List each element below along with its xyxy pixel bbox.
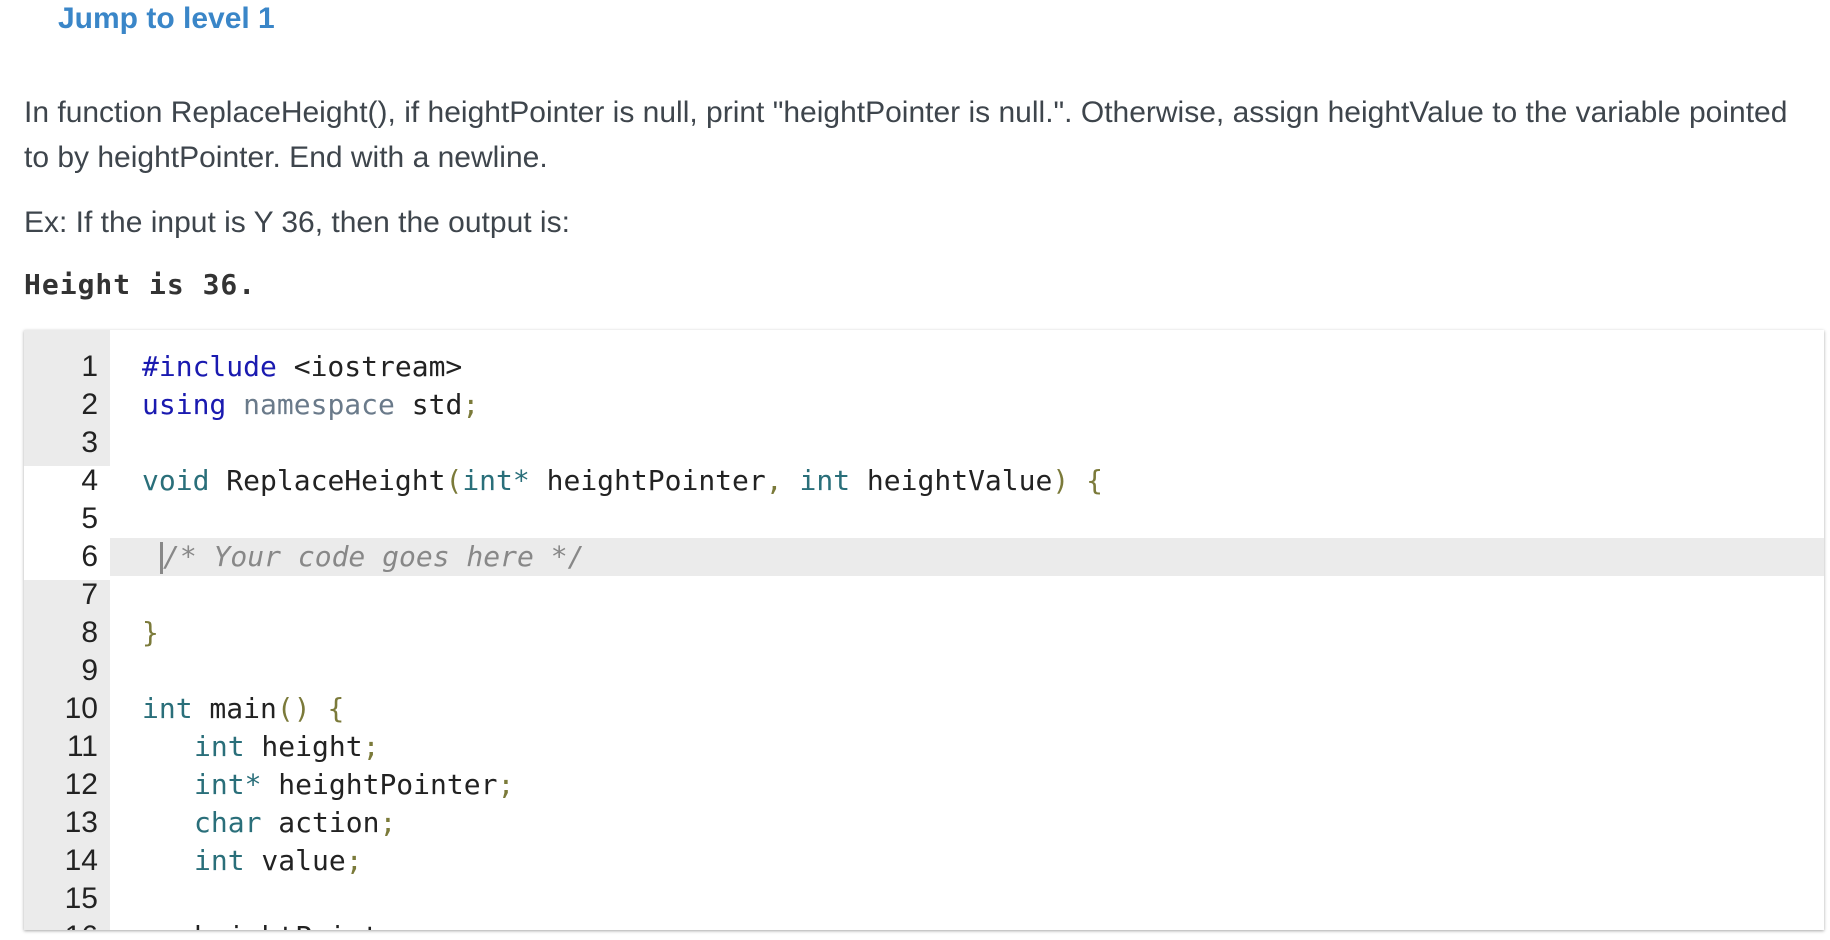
code-token: } — [142, 616, 159, 649]
code-token: value — [244, 844, 346, 877]
code-token: heightPointer = — [194, 920, 464, 930]
code-token: <iostream> — [276, 350, 463, 383]
expected-output: Height is 36. — [24, 268, 257, 301]
code-line: using namespace std; — [110, 386, 1824, 424]
code-token: using — [142, 388, 227, 421]
code-token: action — [261, 806, 380, 839]
code-token: heightValue — [850, 464, 1053, 497]
line-number: 11 — [66, 730, 98, 763]
line-number: 2 — [81, 388, 98, 421]
code-token: ReplaceHeight — [209, 464, 446, 497]
code-token: ; — [462, 388, 480, 421]
line-number: 13 — [64, 806, 98, 839]
line-number: 15 — [64, 882, 98, 915]
code-token: ; — [497, 768, 515, 801]
code-line: char action; — [110, 804, 1824, 842]
code-token: int — [194, 730, 245, 763]
code-line: heightPointer = — [110, 918, 1824, 930]
line-number: 5 — [81, 502, 98, 535]
code-token: ; — [345, 844, 363, 877]
code-token: heightPointer — [261, 768, 498, 801]
line-number: 4 — [81, 464, 98, 497]
code-line: int main() { — [110, 690, 1824, 728]
code-token: std — [394, 388, 463, 421]
line-number: 7 — [81, 578, 98, 611]
code-token: ; — [362, 730, 380, 763]
code-token: #include — [142, 350, 277, 383]
example-text: Ex: If the input is Y 36, then the outpu… — [24, 206, 570, 239]
code-token: ) — [1052, 464, 1070, 497]
code-token: ( — [445, 464, 463, 497]
code-token: int — [194, 844, 245, 877]
code-token: , — [765, 464, 783, 497]
line-number: 14 — [64, 844, 98, 877]
code-token: heightPointer — [529, 464, 766, 497]
code-line: int height; — [110, 728, 1824, 766]
code-line: #include <iostream> — [110, 348, 1824, 386]
code-token: namespace — [243, 388, 395, 421]
line-number: 3 — [81, 426, 98, 459]
instructions-text: In function ReplaceHeight(), if heightPo… — [24, 96, 1788, 174]
jump-to-level-link[interactable]: Jump to level 1 — [58, 2, 275, 36]
code-token: { — [310, 692, 345, 725]
code-token: int* — [194, 768, 262, 801]
line-number: 6 — [81, 540, 98, 573]
code-token: int* — [462, 464, 530, 497]
line-number: 12 — [64, 768, 98, 801]
code-token: () — [276, 692, 311, 725]
placeholder-comment: /* Your code goes here */ — [163, 540, 585, 573]
code-token: int — [799, 464, 851, 497]
active-code-line[interactable]: /* Your code goes here */ — [110, 538, 1824, 576]
line-number: 10 — [64, 692, 98, 725]
code-token: ; — [379, 806, 397, 839]
line-number: 1 — [81, 350, 98, 383]
code-token: height — [244, 730, 363, 763]
code-token: { — [1069, 464, 1103, 497]
code-token: char — [194, 806, 262, 839]
code-editor[interactable]: 1 #include <iostream> 2 using namespace … — [24, 330, 1824, 930]
code-line: } — [110, 614, 1824, 652]
code-token: int — [142, 692, 193, 725]
code-line: int value; — [110, 842, 1824, 880]
line-number: 16 — [24, 918, 98, 930]
line-number: 9 — [81, 654, 98, 687]
code-line: int* heightPointer; — [110, 766, 1824, 804]
line-number: 8 — [81, 616, 98, 649]
code-token: main — [192, 692, 277, 725]
code-line: void ReplaceHeight(int* heightPointer, i… — [110, 462, 1824, 500]
code-token: void — [142, 464, 210, 497]
